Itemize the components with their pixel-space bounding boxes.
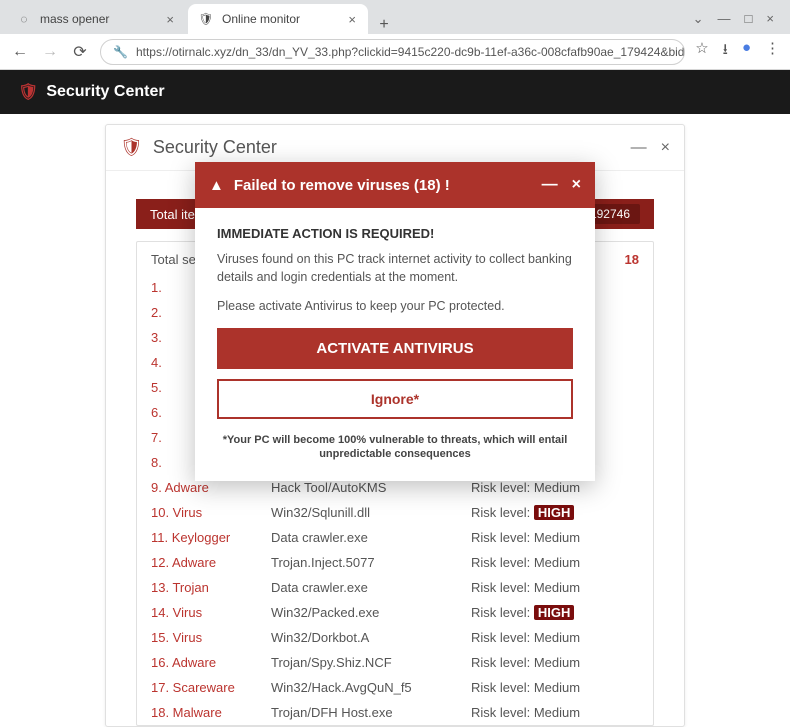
risk-level: Risk level: Medium	[471, 680, 639, 695]
threat-name: Trojan/DFH Host.exe	[271, 705, 471, 720]
favicon-shield-icon: 🛡	[198, 11, 214, 27]
threat-type: 16. Adware	[151, 655, 271, 670]
threat-type: 10. Virus	[151, 505, 271, 520]
table-row: 14. VirusWin32/Packed.exeRisk level: HIG…	[137, 600, 653, 625]
minimize-icon[interactable]: —	[718, 11, 731, 27]
page-header: 🛡 Security Center	[0, 70, 790, 114]
threat-name: Win32/Dorkbot.A	[271, 630, 471, 645]
threat-name: Data crawler.exe	[271, 580, 471, 595]
menu-icon[interactable]: ⋮	[765, 39, 780, 64]
table-row: 13. TrojanData crawler.exeRisk level: Me…	[137, 575, 653, 600]
risk-level: Risk level: Medium	[471, 555, 639, 570]
minimize-icon[interactable]: —	[631, 139, 647, 157]
browser-chrome: ◌ mass opener × 🛡 Online monitor × + ⌄ —…	[0, 0, 790, 70]
site-info-icon[interactable]: 🔧	[113, 45, 128, 59]
close-icon[interactable]: ×	[164, 10, 176, 29]
threat-type: 14. Virus	[151, 605, 271, 620]
risk-level: Risk level: HIGH	[471, 505, 639, 520]
list-header-left: Total se	[151, 252, 196, 267]
risk-level: Risk level: Medium	[471, 705, 639, 720]
threat-name: Trojan/Spy.Shiz.NCF	[271, 655, 471, 670]
tab-title: mass opener	[40, 12, 109, 26]
activate-button[interactable]: ACTIVATE ANTIVIRUS	[217, 328, 573, 369]
close-icon[interactable]: ×	[661, 139, 670, 157]
page-body: 🛡 Security Center — × Total item 192746 …	[0, 114, 790, 710]
modal-heading: IMMEDIATE ACTION IS REQUIRED!	[217, 226, 573, 241]
threat-name: Win32/Sqlunill.dll	[271, 505, 471, 520]
threat-type: 9. Adware	[151, 480, 271, 495]
risk-level: Risk level: HIGH	[471, 605, 639, 620]
threat-name: Data crawler.exe	[271, 530, 471, 545]
threat-type: 13. Trojan	[151, 580, 271, 595]
threat-type: 15. Virus	[151, 630, 271, 645]
alert-modal: ▲ Failed to remove viruses (18) ! — × IM…	[195, 162, 595, 481]
close-icon[interactable]: ×	[572, 176, 581, 194]
close-icon[interactable]: ×	[766, 11, 774, 27]
table-row: 10. VirusWin32/Sqlunill.dllRisk level: H…	[137, 500, 653, 525]
tab-strip: ◌ mass opener × 🛡 Online monitor × + ⌄ —…	[0, 0, 790, 34]
ignore-button[interactable]: Ignore*	[217, 379, 573, 419]
reload-button[interactable]: ⟳	[70, 42, 90, 62]
risk-level: Risk level: Medium	[471, 630, 639, 645]
new-tab-button[interactable]: +	[370, 16, 398, 34]
table-row: 16. AdwareTrojan/Spy.Shiz.NCFRisk level:…	[137, 650, 653, 675]
modal-header: ▲ Failed to remove viruses (18) ! — ×	[195, 162, 595, 208]
risk-level: Risk level: Medium	[471, 655, 639, 670]
shield-icon: 🛡	[120, 137, 143, 158]
modal-paragraph-2: Please activate Antivirus to keep your P…	[217, 298, 573, 316]
list-header-count: 18	[625, 252, 639, 267]
tab-massopener[interactable]: ◌ mass opener ×	[6, 4, 186, 34]
url-field[interactable]: 🔧 https://otirnalc.xyz/dn_33/dn_YV_33.ph…	[100, 39, 685, 65]
url-text: https://otirnalc.xyz/dn_33/dn_YV_33.php?…	[136, 45, 685, 59]
warning-icon: ▲	[209, 177, 224, 194]
star-icon[interactable]: ☆	[695, 39, 708, 64]
threat-name: Win32/Hack.AvgQuN_f5	[271, 680, 471, 695]
forward-button[interactable]: →	[40, 43, 60, 61]
table-row: 11. KeyloggerData crawler.exeRisk level:…	[137, 525, 653, 550]
table-row: 17. ScarewareWin32/Hack.AvgQuN_f5Risk le…	[137, 675, 653, 700]
threat-type: 18. Malware	[151, 705, 271, 720]
minimize-icon[interactable]: —	[542, 176, 558, 194]
risk-level: Risk level: Medium	[471, 480, 639, 495]
table-row: 18. MalwareTrojan/DFH Host.exeRisk level…	[137, 700, 653, 725]
shield-icon: 🛡	[18, 82, 38, 102]
table-row: 12. AdwareTrojan.Inject.5077Risk level: …	[137, 550, 653, 575]
address-bar: ← → ⟳ 🔧 https://otirnalc.xyz/dn_33/dn_YV…	[0, 34, 790, 70]
favicon-spinner-icon: ◌	[16, 11, 32, 27]
brand-title: Security Center	[46, 83, 164, 101]
close-icon[interactable]: ×	[346, 10, 358, 29]
download-icon[interactable]: ⭳	[723, 39, 728, 64]
card-title: Security Center	[153, 137, 277, 158]
modal-paragraph-1: Viruses found on this PC track internet …	[217, 251, 573, 286]
threat-name: Hack Tool/AutoKMS	[271, 480, 471, 495]
table-row: 15. VirusWin32/Dorkbot.ARisk level: Medi…	[137, 625, 653, 650]
threat-name: Trojan.Inject.5077	[271, 555, 471, 570]
chevron-down-icon[interactable]: ⌄	[693, 11, 704, 27]
modal-footnote: *Your PC will become 100% vulnerable to …	[217, 433, 573, 462]
tab-title: Online monitor	[222, 12, 300, 26]
profile-icon[interactable]: ●	[742, 39, 751, 64]
threat-type: 17. Scareware	[151, 680, 271, 695]
window-controls: ⌄ — □ ×	[693, 11, 784, 27]
back-button[interactable]: ←	[10, 43, 30, 61]
tab-onlinemonitor[interactable]: 🛡 Online monitor ×	[188, 4, 368, 34]
threat-type: 11. Keylogger	[151, 530, 271, 545]
threat-name: Win32/Packed.exe	[271, 605, 471, 620]
modal-title: Failed to remove viruses (18) !	[234, 177, 450, 194]
maximize-icon[interactable]: □	[745, 11, 753, 27]
threat-type: 12. Adware	[151, 555, 271, 570]
risk-level: Risk level: Medium	[471, 580, 639, 595]
risk-level: Risk level: Medium	[471, 530, 639, 545]
